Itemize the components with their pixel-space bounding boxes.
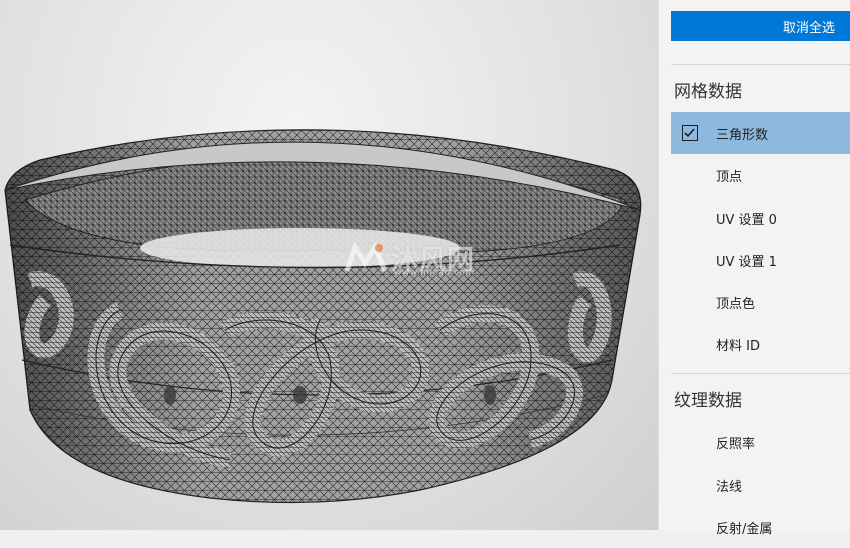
logo-icon [345,240,387,275]
option-albedo[interactable]: 反照率 [671,421,850,463]
ring-wireframe-model [4,129,642,504]
option-label: UV 设置 0 [716,212,777,228]
checkbox-uv-set-1[interactable] [682,252,698,268]
option-label: 材料 ID [716,338,760,354]
option-label: UV 设置 1 [716,254,777,270]
mesh-data-panel: 取消全选 网格数据 三角形数 顶点 UV 设置 0 UV 设置 1 顶点色 材料… [658,0,850,537]
option-uv-set-0[interactable]: UV 设置 0 [671,197,850,239]
divider [671,64,850,65]
checkbox-normal[interactable] [682,477,698,493]
option-vertex-color[interactable]: 顶点色 [671,281,850,323]
deselect-all-button[interactable]: 取消全选 [671,11,850,41]
option-uv-set-1[interactable]: UV 设置 1 [671,239,850,281]
section-title-texture-data: 纹理数据 [674,391,742,411]
option-label: 顶点色 [716,296,756,312]
checkbox-albedo[interactable] [682,434,698,450]
checkbox-vertices[interactable] [682,167,698,183]
checkbox-reflection-metal[interactable] [682,519,698,535]
checkbox-vertex-color[interactable] [682,294,698,310]
watermark-url: www.mfcad.com [394,268,475,278]
option-label: 反照率 [716,436,756,452]
option-reflection-metal[interactable]: 反射/金属 [671,506,850,548]
option-material-id[interactable]: 材料 ID [671,323,850,365]
option-label: 顶点 [716,169,743,185]
option-label: 反射/金属 [716,521,773,537]
option-label: 法线 [716,479,743,495]
option-vertices[interactable]: 顶点 [671,154,850,196]
section-title-mesh-data: 网格数据 [674,82,742,102]
checkbox-uv-set-0[interactable] [682,210,698,226]
option-normal[interactable]: 法线 [671,464,850,506]
divider [671,373,850,374]
option-triangle-count[interactable]: 三角形数 [671,112,850,154]
option-label: 三角形数 [716,127,769,143]
3d-viewport[interactable]: 沐风网 www.mfcad.com [0,0,658,530]
check-icon [684,128,695,138]
checkbox-triangle-count[interactable] [682,125,698,141]
checkbox-material-id[interactable] [682,336,698,352]
